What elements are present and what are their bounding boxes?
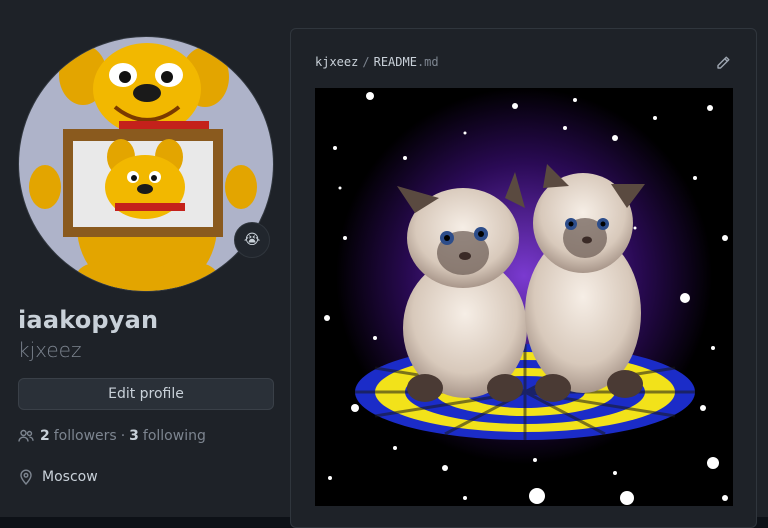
followers-label: followers <box>53 428 117 444</box>
follow-stats: 2 followers · 3 following <box>18 428 206 444</box>
status-emoji: 😭 <box>243 232 261 248</box>
kittens-gif <box>315 88 733 506</box>
avatar-container: 😭 <box>18 36 274 292</box>
followers-link[interactable]: 2 followers <box>40 428 117 444</box>
location-pin-icon <box>18 469 34 485</box>
following-count: 3 <box>129 428 139 444</box>
readme-path-separator: / <box>362 55 370 69</box>
readme-path: kjxeez / README .md <box>315 55 439 69</box>
readme-file-name[interactable]: README <box>374 55 417 69</box>
location-text: Moscow <box>42 469 98 485</box>
readme-owner-link[interactable]: kjxeez <box>315 55 358 69</box>
follow-separator: · <box>120 428 126 444</box>
readme-card: kjxeez / README .md <box>290 28 757 528</box>
following-label: following <box>142 428 206 444</box>
readme-file-extension: .md <box>416 55 439 69</box>
following-link[interactable]: 3 following <box>129 428 206 444</box>
status-badge[interactable]: 😭 <box>234 222 270 258</box>
edit-readme-button[interactable] <box>715 55 731 75</box>
pencil-icon <box>715 55 731 71</box>
location: Moscow <box>18 469 98 485</box>
people-icon <box>18 428 34 444</box>
avatar-image <box>19 37 273 291</box>
followers-count: 2 <box>40 428 50 444</box>
readme-image <box>315 88 733 506</box>
avatar[interactable] <box>18 36 274 292</box>
display-name: iaakopyan <box>18 306 159 334</box>
edit-profile-button[interactable]: Edit profile <box>18 378 274 410</box>
username: kjxeez <box>18 338 82 362</box>
